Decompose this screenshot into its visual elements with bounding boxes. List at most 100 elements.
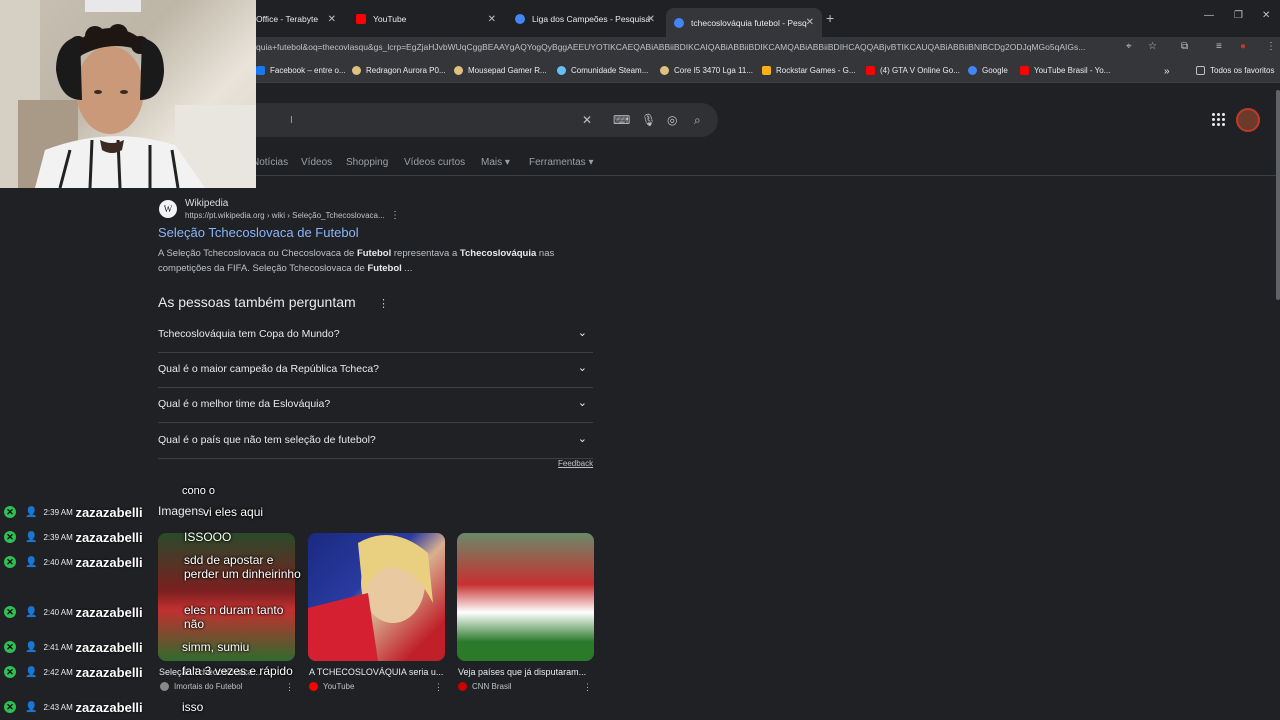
- close-icon[interactable]: ✕: [488, 14, 496, 25]
- tab-tools[interactable]: Ferramentas ▾: [529, 157, 593, 168]
- paa-question-text: Qual é o melhor time da Eslováquia?: [158, 398, 331, 410]
- new-tab-button[interactable]: +: [826, 10, 834, 26]
- close-window-button[interactable]: ✕: [1262, 10, 1270, 21]
- close-icon[interactable]: ✕: [647, 14, 655, 25]
- bookmark-label: Redragon Aurora P0...: [366, 66, 446, 75]
- image-source[interactable]: YouTube: [309, 682, 354, 691]
- image-thumbnail[interactable]: [457, 533, 594, 661]
- tab-news[interactable]: Notícias: [252, 157, 288, 168]
- profile-icon[interactable]: ●: [1240, 41, 1246, 52]
- bookmark-item[interactable]: Rockstar Games - G...: [762, 66, 856, 75]
- user-icon: 👤: [25, 556, 38, 568]
- bookmark-item[interactable]: Mousepad Gamer R...: [454, 66, 547, 75]
- bookmark-item[interactable]: Redragon Aurora P0...: [352, 66, 446, 75]
- verified-badge-icon: ✕: [4, 701, 16, 713]
- tab-short-videos[interactable]: Vídeos curtos: [404, 157, 465, 168]
- image-caption[interactable]: Veja países que já disputaram...: [458, 667, 586, 677]
- google-apps-icon[interactable]: [1212, 113, 1226, 127]
- more-options-icon[interactable]: ⋮: [583, 682, 592, 693]
- tab-shopping[interactable]: Shopping: [346, 157, 388, 168]
- source-icon: [160, 682, 169, 691]
- tab-videos[interactable]: Vídeos: [301, 157, 332, 168]
- chat-time: 2:42 AM: [43, 667, 73, 677]
- bookmark-label: Google: [982, 66, 1008, 75]
- google-icon: [515, 14, 525, 24]
- tab-more[interactable]: Mais ▾: [481, 157, 510, 168]
- url-field[interactable]: quia+futebol&oq=thecovlasqu&gs_lcrp=EgZj…: [256, 42, 1116, 52]
- more-options-icon[interactable]: ⋮: [390, 210, 400, 221]
- chevron-down-icon: ⌄: [577, 397, 587, 409]
- bookmark-label: Facebook – entre o...: [270, 66, 346, 75]
- verified-badge-icon: ✕: [4, 506, 16, 518]
- chat-message: ISSOOO: [184, 530, 232, 544]
- youtube-icon: [1020, 66, 1029, 75]
- all-favorites-folder[interactable]: Todos os favoritos: [1196, 66, 1274, 75]
- feedback-link[interactable]: Feedback: [558, 459, 593, 468]
- source-label: CNN Brasil: [472, 682, 512, 691]
- tab-office-terabyte[interactable]: Office - Terabyte ✕: [248, 8, 344, 30]
- close-icon[interactable]: ✕: [328, 14, 336, 25]
- result-site-name[interactable]: Wikipedia: [185, 198, 228, 209]
- bookmark-label: Comunidade Steam...: [571, 66, 649, 75]
- search-icon[interactable]: ⌕: [694, 113, 701, 128]
- bookmark-item[interactable]: Google: [968, 66, 1008, 75]
- tab-liga-dos-campeoes[interactable]: Liga dos Campeões - Pesquisa ✕: [507, 8, 663, 30]
- menu-icon[interactable]: ⋮: [1266, 41, 1276, 52]
- result-title-link[interactable]: Seleção Tchecoslovaca de Futebol: [158, 225, 359, 240]
- rockstar-icon: [762, 66, 771, 75]
- more-options-icon[interactable]: ⋮: [378, 297, 389, 310]
- paa-question-text: Qual é o maior campeão da República Tche…: [158, 363, 380, 375]
- paa-question[interactable]: Qual é o país que não tem seleção de fut…: [158, 424, 593, 459]
- paa-question[interactable]: Qual é o maior campeão da República Tche…: [158, 353, 593, 388]
- bookmark-item[interactable]: Comunidade Steam...: [557, 66, 648, 75]
- search-input[interactable]: I ✕ ⌨ 🎙 ◎ ⌕: [210, 103, 718, 137]
- chat-username: zazazabelli: [75, 604, 143, 620]
- paa-question[interactable]: Tchecoslováquia tem Copa do Mundo? ⌄: [158, 318, 593, 353]
- bookmark-item[interactable]: (4) GTA V Online Go...: [866, 66, 960, 75]
- lens-icon[interactable]: ◎: [667, 113, 677, 127]
- tab-tchecoslovaquia-active[interactable]: tchecoslováquia futebol - Pesq ✕: [666, 8, 822, 37]
- more-options-icon[interactable]: ⋮: [285, 682, 294, 693]
- microphone-icon[interactable]: 🎙: [641, 113, 656, 127]
- image-caption[interactable]: A TCHECOSLOVÁQUIA seria u...: [309, 667, 443, 677]
- image-source[interactable]: Imortais do Futebol: [160, 682, 242, 691]
- bookmarks-overflow-button[interactable]: »: [1164, 66, 1170, 77]
- paa-question[interactable]: Qual é o melhor time da Eslováquia? ⌄: [158, 388, 593, 423]
- restore-button[interactable]: ❐: [1234, 10, 1243, 21]
- avatar[interactable]: [1236, 108, 1260, 132]
- more-options-icon[interactable]: ⋮: [434, 682, 443, 693]
- chat-row: ✕ 👤 2:40 AM zazazabelli: [0, 552, 143, 572]
- bookmark-label: (4) GTA V Online Go...: [880, 66, 960, 75]
- youtube-icon: [309, 682, 318, 691]
- webcam-overlay: [0, 0, 256, 188]
- minimize-button[interactable]: —: [1204, 10, 1214, 21]
- star-icon[interactable]: ☆: [1148, 41, 1157, 52]
- chat-message: simm, sumiu: [182, 640, 250, 654]
- image-thumbnail[interactable]: [308, 533, 445, 661]
- scrollbar[interactable]: [1276, 90, 1280, 300]
- bookmark-item[interactable]: Core I5 3470 Lga 11...: [660, 66, 753, 75]
- location-icon[interactable]: ⌖: [1126, 41, 1132, 52]
- result-url[interactable]: https://pt.wikipedia.org › wiki › Seleçã…: [185, 211, 385, 220]
- verified-badge-icon: ✕: [4, 606, 16, 618]
- chat-message: sdd de apostar e perder um dinheirinho: [184, 553, 301, 581]
- result-snippet: A Seleção Tchecoslovaca ou Checoslovaca …: [158, 246, 578, 276]
- image-source[interactable]: CNN Brasil: [458, 682, 512, 691]
- bookmark-item[interactable]: Facebook – entre o...: [256, 66, 346, 75]
- clear-icon[interactable]: ✕: [582, 113, 592, 127]
- bookmark-label: YouTube Brasil - Yo...: [1034, 66, 1111, 75]
- wikipedia-icon: W: [159, 200, 177, 218]
- source-label: Imortais do Futebol: [174, 682, 243, 691]
- google-icon: [968, 66, 977, 75]
- extensions-icon[interactable]: ⧉: [1181, 41, 1188, 52]
- chat-time: 2:39 AM: [43, 532, 73, 542]
- cnn-icon: [458, 682, 467, 691]
- close-icon[interactable]: ✕: [806, 17, 814, 28]
- verified-badge-icon: ✕: [4, 666, 16, 678]
- people-also-ask-title: As pessoas também perguntam: [158, 294, 356, 310]
- keyboard-icon[interactable]: ⌨: [613, 113, 630, 127]
- tab-youtube[interactable]: YouTube ✕: [348, 8, 504, 30]
- snippet-text: representava a: [391, 248, 460, 259]
- bookmark-item[interactable]: YouTube Brasil - Yo...: [1020, 66, 1110, 75]
- media-icon[interactable]: ≡: [1216, 41, 1222, 52]
